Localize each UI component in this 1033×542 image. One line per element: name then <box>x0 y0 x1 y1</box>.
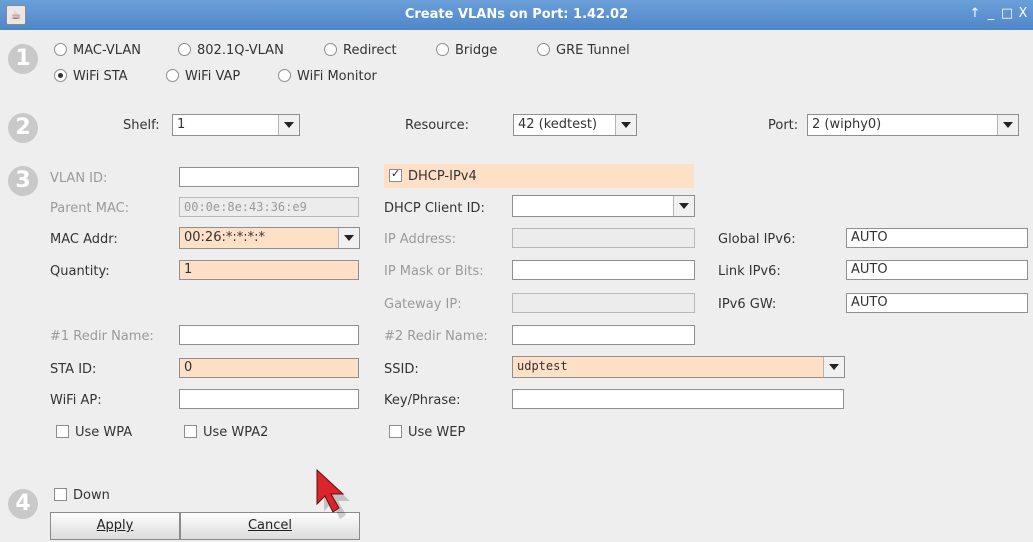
checkbox-box <box>389 425 402 438</box>
global-ipv6-label: Global IPv6: <box>718 232 796 247</box>
chevron-down-icon[interactable] <box>997 115 1018 135</box>
checkbox-box <box>184 425 197 438</box>
mouse-cursor-icon <box>316 468 350 519</box>
chevron-down-icon[interactable] <box>278 115 299 135</box>
ssid-label: SSID: <box>384 362 419 377</box>
close-icon[interactable]: X <box>1016 6 1030 21</box>
radio-dot <box>537 43 550 56</box>
apply-button[interactable]: Apply <box>50 512 180 540</box>
link-ipv6-input[interactable]: AUTO <box>846 260 1028 280</box>
sta-id-input[interactable]: 0 <box>179 358 359 378</box>
shelf-label: Shelf: <box>123 118 160 133</box>
vlan-id-input[interactable] <box>179 167 359 187</box>
mac-addr-label: MAC Addr: <box>50 232 118 247</box>
checkbox-box-checked <box>389 167 402 182</box>
radio-dot <box>54 43 67 56</box>
parent-mac-field: 00:0e:8e:43:36:e9 <box>179 197 359 217</box>
pin-icon[interactable]: ↑ <box>968 6 982 21</box>
vlan-id-label: VLAN ID: <box>50 171 108 186</box>
title-bar: ☕ Create VLANs on Port: 1.42.02 ↑ _ □ X <box>0 0 1033 30</box>
wifi-ap-input[interactable] <box>179 389 359 409</box>
window-title: Create VLANs on Port: 1.42.02 <box>404 7 629 22</box>
dhcp-client-id-select[interactable] <box>512 195 695 217</box>
gateway-label: Gateway IP: <box>384 297 462 312</box>
radio-wifi-sta[interactable]: WiFi STA <box>54 69 128 84</box>
step-1-icon: 1 <box>8 44 38 74</box>
ip-address-label: IP Address: <box>384 232 456 247</box>
use-wpa-checkbox[interactable]: Use WPA <box>56 425 132 440</box>
ipv6-gw-label: IPv6 GW: <box>718 297 777 312</box>
radio-dot <box>178 43 191 56</box>
wifi-ap-label: WiFi AP: <box>50 393 102 408</box>
chevron-down-icon[interactable] <box>673 196 694 216</box>
sta-id-label: STA ID: <box>50 362 97 377</box>
quantity-label: Quantity: <box>50 264 110 279</box>
chevron-down-icon[interactable] <box>338 228 359 248</box>
resource-label: Resource: <box>405 118 469 133</box>
port-label: Port: <box>768 118 799 133</box>
redir1-label: #1 Redir Name: <box>50 329 154 344</box>
link-ipv6-label: Link IPv6: <box>718 264 781 279</box>
parent-mac-label: Parent MAC: <box>50 201 130 216</box>
radio-mac-vlan[interactable]: MAC-VLAN <box>54 43 141 58</box>
radio-dot <box>436 43 449 56</box>
shelf-select[interactable]: 1 <box>172 114 300 136</box>
radio-dot-selected <box>54 69 67 82</box>
dhcp-ipv4-checkbox[interactable]: DHCP-IPv4 <box>389 167 477 184</box>
maximize-icon[interactable]: □ <box>1000 6 1014 21</box>
radio-8021q-vlan[interactable]: 802.1Q-VLAN <box>178 43 284 58</box>
chevron-down-icon[interactable] <box>615 115 636 135</box>
global-ipv6-input[interactable]: AUTO <box>846 228 1028 248</box>
radio-wifi-vap[interactable]: WiFi VAP <box>166 69 240 84</box>
use-wpa2-checkbox[interactable]: Use WPA2 <box>184 425 268 440</box>
radio-gre-tunnel[interactable]: GRE Tunnel <box>537 43 630 58</box>
mac-addr-select[interactable]: 00:26:*:*:*:* <box>179 227 360 249</box>
redir2-label: #2 Redir Name: <box>384 329 488 344</box>
chevron-down-icon[interactable] <box>823 357 844 377</box>
redir1-input[interactable] <box>179 325 359 345</box>
step-4-icon: 4 <box>8 489 38 519</box>
radio-dot <box>324 43 337 56</box>
redir2-input[interactable] <box>512 325 695 345</box>
ip-address-input <box>512 228 695 248</box>
key-phrase-input[interactable] <box>512 389 844 409</box>
key-phrase-label: Key/Phrase: <box>384 393 461 408</box>
radio-wifi-monitor[interactable]: WiFi Monitor <box>278 69 377 84</box>
port-select[interactable]: 2 (wiphy0) <box>807 114 1019 136</box>
radio-dot <box>166 69 179 82</box>
step-3-icon: 3 <box>8 166 38 196</box>
checkbox-box <box>54 488 67 501</box>
ssid-select[interactable]: udptest <box>512 356 845 378</box>
radio-bridge[interactable]: Bridge <box>436 43 497 58</box>
resource-select[interactable]: 42 (kedtest) <box>513 114 637 136</box>
dhcp-client-id-label: DHCP Client ID: <box>384 201 485 216</box>
ip-mask-input[interactable] <box>512 260 695 280</box>
step-2-icon: 2 <box>8 113 38 143</box>
radio-dot <box>278 69 291 82</box>
ip-mask-label: IP Mask or Bits: <box>384 264 484 279</box>
checkbox-box <box>56 425 69 438</box>
ipv6-gw-input[interactable]: AUTO <box>846 293 1028 313</box>
gateway-input <box>512 293 695 313</box>
down-checkbox[interactable]: Down <box>54 488 110 503</box>
use-wep-checkbox[interactable]: Use WEP <box>389 425 465 440</box>
radio-redirect[interactable]: Redirect <box>324 43 397 58</box>
minimize-icon[interactable]: _ <box>984 6 998 21</box>
quantity-input[interactable]: 1 <box>179 260 359 280</box>
